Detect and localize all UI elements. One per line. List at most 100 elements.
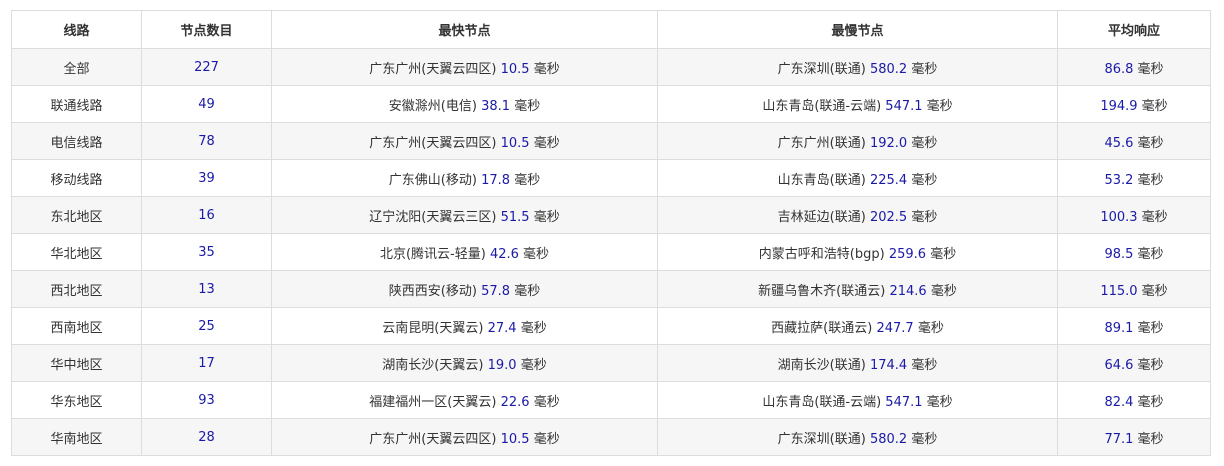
average-ms: 77.1 bbox=[1104, 431, 1134, 447]
route-cell: 全部 bbox=[11, 48, 142, 86]
node-count-cell: 39 bbox=[141, 159, 272, 197]
average-response-cell: 115.0 毫秒 bbox=[1057, 270, 1211, 308]
unit-label: 毫秒 bbox=[533, 394, 560, 410]
unit-label: 毫秒 bbox=[911, 357, 938, 373]
fastest-node-ms: 38.1 bbox=[481, 98, 511, 114]
slowest-node-location: 广东深圳(联通) bbox=[777, 431, 866, 447]
fastest-node-cell: 广东广州(天翼云四区) 10.5 毫秒 bbox=[271, 48, 658, 86]
fastest-node-location: 安徽滁州(电信) bbox=[388, 98, 477, 114]
slowest-node-location: 吉林延边(联通) bbox=[777, 209, 866, 225]
node-count-cell: 93 bbox=[141, 381, 272, 419]
fastest-node-location: 广东广州(天翼云四区) bbox=[369, 135, 497, 151]
unit-label: 毫秒 bbox=[514, 98, 541, 114]
header-average-response: 平均响应 bbox=[1057, 10, 1211, 49]
header-node-count: 节点数目 bbox=[141, 10, 272, 49]
unit-label: 毫秒 bbox=[926, 394, 953, 410]
slowest-node-ms: 202.5 bbox=[869, 209, 908, 225]
average-response-cell: 82.4 毫秒 bbox=[1057, 381, 1211, 419]
slowest-node-ms: 247.7 bbox=[876, 320, 914, 336]
slowest-node-cell: 湖南长沙(联通) 174.4 毫秒 bbox=[657, 344, 1058, 382]
unit-label: 毫秒 bbox=[911, 61, 938, 77]
slowest-node-ms: 174.4 bbox=[869, 357, 908, 373]
table-row: 联通线路 49 安徽滁州(电信) 38.1 毫秒 山东青岛(联通-云端) 547.1 … bbox=[11, 85, 1211, 123]
fastest-node-ms: 27.4 bbox=[487, 320, 517, 336]
fastest-node-cell: 广东佛山(移动) 17.8 毫秒 bbox=[271, 159, 658, 197]
average-ms: 98.5 bbox=[1104, 246, 1134, 262]
route-cell: 东北地区 bbox=[11, 196, 142, 234]
table-row: 华南地区 28 广东广州(天翼云四区) 10.5 毫秒 广东深圳(联通) 580.2 … bbox=[11, 418, 1211, 456]
average-ms: 53.2 bbox=[1104, 172, 1134, 188]
fastest-node-location: 广东广州(天翼云四区) bbox=[369, 431, 497, 447]
unit-label: 毫秒 bbox=[911, 431, 938, 447]
unit-label: 毫秒 bbox=[1137, 246, 1164, 262]
slowest-node-cell: 广东广州(联通) 192.0 毫秒 bbox=[657, 122, 1058, 160]
unit-label: 毫秒 bbox=[1137, 172, 1164, 188]
fastest-node-cell: 福建福州一区(天翼云) 22.6 毫秒 bbox=[271, 381, 658, 419]
unit-label: 毫秒 bbox=[533, 135, 560, 151]
fastest-node-cell: 湖南长沙(天翼云) 19.0 毫秒 bbox=[271, 344, 658, 382]
unit-label: 毫秒 bbox=[514, 172, 541, 188]
unit-label: 毫秒 bbox=[911, 135, 938, 151]
unit-label: 毫秒 bbox=[523, 246, 550, 262]
fastest-node-ms: 19.0 bbox=[487, 357, 517, 373]
unit-label: 毫秒 bbox=[917, 320, 944, 336]
fastest-node-ms: 42.6 bbox=[489, 246, 519, 262]
header-route: 线路 bbox=[11, 10, 142, 49]
unit-label: 毫秒 bbox=[533, 431, 560, 447]
slowest-node-location: 湖南长沙(联通) bbox=[777, 357, 866, 373]
node-count-cell: 28 bbox=[141, 418, 272, 456]
unit-label: 毫秒 bbox=[1141, 209, 1168, 225]
unit-label: 毫秒 bbox=[911, 172, 938, 188]
node-count-cell: 227 bbox=[141, 48, 272, 86]
unit-label: 毫秒 bbox=[1137, 320, 1164, 336]
fastest-node-ms: 22.6 bbox=[500, 394, 530, 410]
route-cell: 华东地区 bbox=[11, 381, 142, 419]
unit-label: 毫秒 bbox=[520, 357, 547, 373]
route-cell: 联通线路 bbox=[11, 85, 142, 123]
average-response-cell: 86.8 毫秒 bbox=[1057, 48, 1211, 86]
fastest-node-cell: 云南昆明(天翼云) 27.4 毫秒 bbox=[271, 307, 658, 345]
slowest-node-cell: 西藏拉萨(联通云) 247.7 毫秒 bbox=[657, 307, 1058, 345]
table-row: 全部 227 广东广州(天翼云四区) 10.5 毫秒 广东深圳(联通) 580.2 毫… bbox=[11, 48, 1211, 86]
route-cell: 西南地区 bbox=[11, 307, 142, 345]
average-ms: 89.1 bbox=[1104, 320, 1134, 336]
unit-label: 毫秒 bbox=[1137, 431, 1164, 447]
slowest-node-cell: 新疆乌鲁木齐(联通云) 214.6 毫秒 bbox=[657, 270, 1058, 308]
slowest-node-ms: 580.2 bbox=[869, 431, 908, 447]
slowest-node-ms: 192.0 bbox=[869, 135, 908, 151]
average-response-cell: 89.1 毫秒 bbox=[1057, 307, 1211, 345]
table-row: 移动线路 39 广东佛山(移动) 17.8 毫秒 山东青岛(联通) 225.4 毫秒 5… bbox=[11, 159, 1211, 197]
fastest-node-location: 云南昆明(天翼云) bbox=[382, 320, 484, 336]
slowest-node-location: 广东广州(联通) bbox=[777, 135, 866, 151]
fastest-node-ms: 10.5 bbox=[500, 61, 530, 77]
slowest-node-location: 广东深圳(联通) bbox=[777, 61, 866, 77]
slowest-node-cell: 广东深圳(联通) 580.2 毫秒 bbox=[657, 418, 1058, 456]
node-count-cell: 13 bbox=[141, 270, 272, 308]
unit-label: 毫秒 bbox=[1137, 394, 1164, 410]
average-ms: 82.4 bbox=[1104, 394, 1134, 410]
slowest-node-ms: 547.1 bbox=[885, 98, 923, 114]
node-count-cell: 25 bbox=[141, 307, 272, 345]
table-row: 西南地区 25 云南昆明(天翼云) 27.4 毫秒 西藏拉萨(联通云) 247.7 毫… bbox=[11, 307, 1211, 345]
average-response-cell: 53.2 毫秒 bbox=[1057, 159, 1211, 197]
route-cell: 华中地区 bbox=[11, 344, 142, 382]
node-count-cell: 17 bbox=[141, 344, 272, 382]
table-row: 东北地区 16 辽宁沈阳(天翼云三区) 51.5 毫秒 吉林延边(联通) 202.5 … bbox=[11, 196, 1211, 234]
unit-label: 毫秒 bbox=[1141, 98, 1168, 114]
slowest-node-location: 新疆乌鲁木齐(联通云) bbox=[758, 283, 886, 299]
unit-label: 毫秒 bbox=[930, 246, 957, 262]
slowest-node-location: 内蒙古呼和浩特(bgp) bbox=[758, 246, 885, 262]
average-ms: 86.8 bbox=[1104, 61, 1134, 77]
fastest-node-location: 福建福州一区(天翼云) bbox=[369, 394, 497, 410]
fastest-node-location: 北京(腾讯云-轻量) bbox=[379, 246, 486, 262]
node-count-cell: 35 bbox=[141, 233, 272, 271]
average-response-cell: 194.9 毫秒 bbox=[1057, 85, 1211, 123]
fastest-node-ms: 57.8 bbox=[481, 283, 511, 299]
slowest-node-ms: 259.6 bbox=[888, 246, 927, 262]
node-count-cell: 78 bbox=[141, 122, 272, 160]
route-cell: 华北地区 bbox=[11, 233, 142, 271]
fastest-node-ms: 17.8 bbox=[481, 172, 511, 188]
average-ms: 45.6 bbox=[1104, 135, 1134, 151]
average-response-cell: 64.6 毫秒 bbox=[1057, 344, 1211, 382]
table-row: 华东地区 93 福建福州一区(天翼云) 22.6 毫秒 山东青岛(联通-云端) 547… bbox=[11, 381, 1211, 419]
